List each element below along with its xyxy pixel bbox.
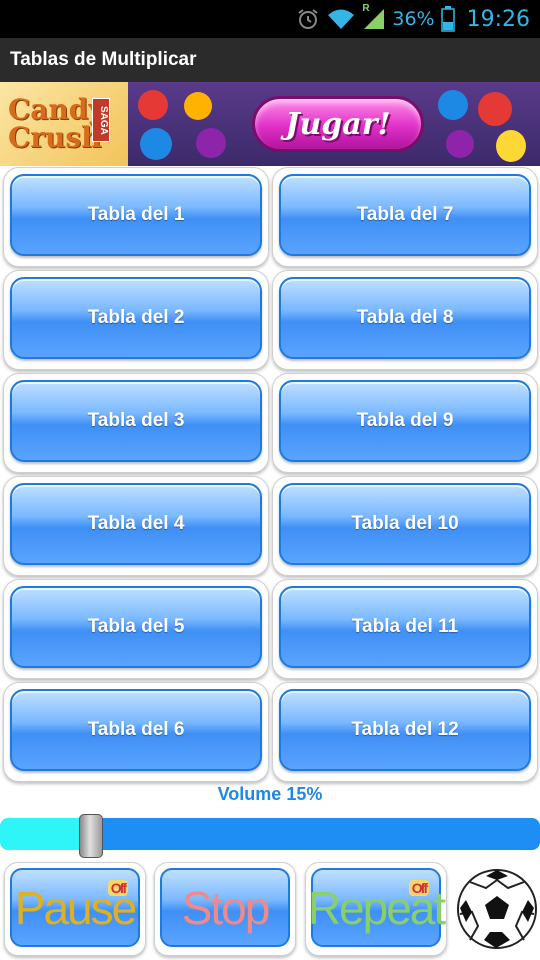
candy-icon [438, 90, 468, 120]
soccer-ball-icon[interactable] [456, 868, 538, 950]
table-5-button[interactable]: Tabla del 5 [10, 586, 262, 668]
table-cell: Tabla del 3 [3, 373, 269, 473]
candy-crush-logo: Candy Crush SAGA [0, 82, 128, 166]
table-cell: Tabla del 9 [272, 373, 538, 473]
table-8-button[interactable]: Tabla del 8 [279, 277, 531, 359]
play-ad-label: Jugar! [285, 106, 391, 142]
table-1-button[interactable]: Tabla del 1 [10, 174, 262, 256]
table-6-button[interactable]: Tabla del 6 [10, 689, 262, 771]
table-2-button[interactable]: Tabla del 2 [10, 277, 262, 359]
table-12-button[interactable]: Tabla del 12 [279, 689, 531, 771]
pause-button[interactable]: Pause Off [10, 868, 140, 947]
pause-off-badge: Off [107, 880, 128, 896]
clock: 19:26 [466, 6, 530, 32]
stop-control: Stop [154, 862, 296, 956]
signal-icon: R [362, 3, 386, 31]
pause-control: Pause Off [4, 862, 146, 956]
table-cell: Tabla del 8 [272, 270, 538, 370]
table-cell: Tabla del 10 [272, 476, 538, 576]
repeat-button[interactable]: Repeat Off [308, 868, 446, 947]
status-bar: R 36% 19:26 [0, 0, 540, 38]
battery-icon [440, 6, 455, 32]
table-3-button[interactable]: Tabla del 3 [10, 380, 262, 462]
volume-slider-thumb[interactable] [79, 814, 103, 858]
app-title: Tablas de Multiplicar [10, 49, 197, 70]
app-title-bar: Tablas de Multiplicar [0, 38, 540, 82]
logo-line2: Crush [8, 121, 102, 154]
candy-icon [496, 130, 526, 162]
roaming-indicator: R [362, 3, 370, 14]
table-cell: Tabla del 12 [272, 682, 538, 782]
table-cell: Tabla del 11 [272, 579, 538, 679]
candy-icon [478, 92, 512, 126]
logo-line1: Candy [8, 93, 105, 126]
volume-slider[interactable] [0, 814, 540, 858]
table-10-button[interactable]: Tabla del 10 [279, 483, 531, 565]
wifi-icon [326, 7, 356, 31]
repeat-off-badge: Off [408, 880, 429, 896]
candy-icon [446, 130, 474, 158]
table-cell: Tabla del 5 [3, 579, 269, 679]
volume-label: Volume 15% [217, 784, 323, 804]
volume-slider-track[interactable] [91, 818, 540, 850]
alarm-clock-icon [296, 7, 320, 31]
table-9-button[interactable]: Tabla del 9 [279, 380, 531, 462]
table-cell: Tabla del 7 [272, 167, 538, 267]
battery-percent: 36% [392, 8, 435, 30]
table-cell: Tabla del 2 [3, 270, 269, 370]
candy-icon [196, 128, 226, 158]
candy-icon [138, 90, 168, 120]
ad-banner[interactable]: Candy Crush SAGA Jugar! [0, 82, 540, 166]
table-cell: Tabla del 4 [3, 476, 269, 576]
candy-icon [140, 128, 172, 160]
stop-button[interactable]: Stop [160, 868, 290, 947]
repeat-control: Repeat Off [305, 862, 447, 956]
table-7-button[interactable]: Tabla del 7 [279, 174, 531, 256]
table-cell: Tabla del 6 [3, 682, 269, 782]
candy-icon [184, 92, 212, 120]
stop-label: Stop [181, 881, 271, 934]
volume-slider-fill [0, 818, 91, 850]
play-ad-button[interactable]: Jugar! [252, 96, 424, 152]
table-11-button[interactable]: Tabla del 11 [279, 586, 531, 668]
logo-saga: SAGA [92, 98, 110, 142]
table-cell: Tabla del 1 [3, 167, 269, 267]
table-4-button[interactable]: Tabla del 4 [10, 483, 262, 565]
